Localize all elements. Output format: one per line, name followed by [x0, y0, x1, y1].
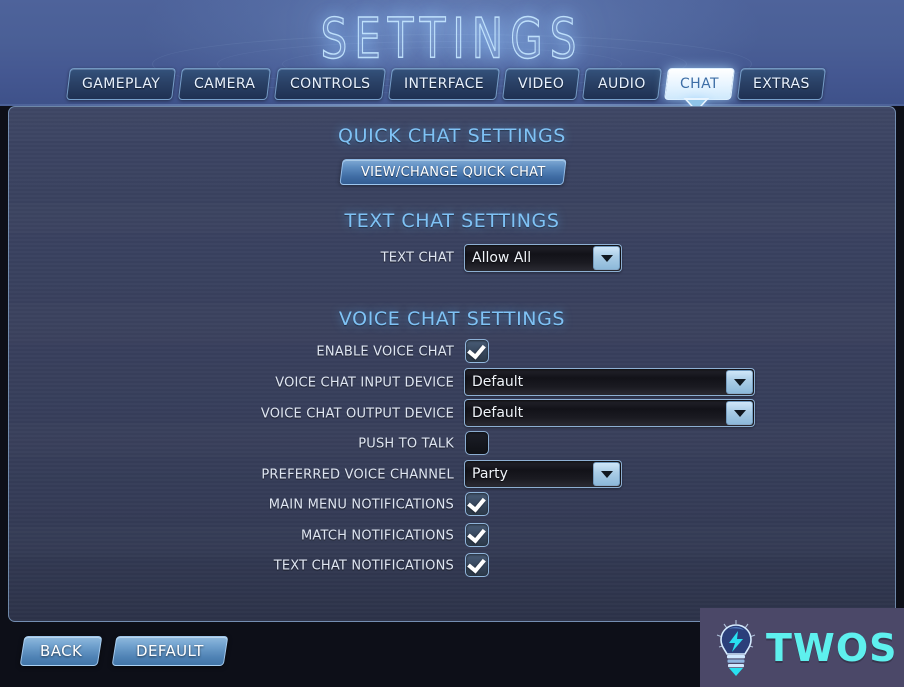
row-voice-input-device-label: VOICE CHAT INPUT DEVICE [275, 375, 454, 391]
check-icon [467, 524, 486, 544]
check-icon [467, 340, 486, 360]
default-button[interactable]: DEFAULT [111, 636, 229, 666]
tab-audio-label: AUDIO [598, 76, 647, 92]
tab-extras-label: EXTRAS [753, 76, 810, 92]
tab-camera-label: CAMERA [194, 76, 256, 92]
tab-controls[interactable]: CONTROLS [273, 68, 386, 100]
row-voice-output-device: VOICE CHAT OUTPUT DEVICE [9, 402, 454, 426]
page-title: SETTINGS [320, 5, 584, 71]
text-chat-notifications-checkbox[interactable] [465, 553, 489, 577]
row-text-chat-notifications: TEXT CHAT NOTIFICATIONS [9, 554, 454, 578]
push-to-talk-checkbox[interactable] [465, 431, 489, 455]
chevron-down-icon[interactable] [593, 246, 620, 270]
preferred-voice-channel-dropdown[interactable]: Party [464, 460, 622, 488]
tab-gameplay-label: GAMEPLAY [82, 76, 161, 92]
back-button-label: BACK [39, 642, 83, 660]
view-change-quick-chat-label: VIEW/CHANGE QUICK CHAT [360, 164, 546, 180]
voice-output-device-dropdown[interactable]: Default [464, 399, 755, 427]
row-main-menu-notifications: MAIN MENU NOTIFICATIONS [9, 493, 454, 517]
tab-video[interactable]: VIDEO [502, 68, 581, 100]
enable-voice-chat-checkbox[interactable] [465, 339, 489, 363]
row-match-notifications-label: MATCH NOTIFICATIONS [300, 528, 454, 544]
row-text-chat-notifications-label: TEXT CHAT NOTIFICATIONS [273, 558, 454, 574]
voice-input-device-value: Default [472, 374, 524, 390]
check-icon [467, 554, 486, 574]
chevron-down-icon[interactable] [593, 462, 620, 486]
main-menu-notifications-checkbox[interactable] [465, 492, 489, 516]
row-voice-input-device: VOICE CHAT INPUT DEVICE [9, 371, 454, 395]
twos-watermark: TWOS [700, 608, 904, 687]
match-notifications-checkbox[interactable] [465, 523, 489, 547]
row-voice-output-device-label: VOICE CHAT OUTPUT DEVICE [260, 406, 454, 422]
settings-tab-bar: GAMEPLAY CAMERA CONTROLS INTERFACE VIDEO… [66, 68, 826, 100]
back-button[interactable]: BACK [19, 636, 103, 666]
chevron-down-icon[interactable] [726, 401, 753, 425]
text-chat-dropdown[interactable]: Allow All [464, 244, 622, 272]
check-icon [467, 493, 486, 513]
tab-audio[interactable]: AUDIO [582, 68, 663, 100]
voice-output-device-value: Default [472, 405, 524, 421]
tab-chat[interactable]: CHAT [664, 68, 736, 100]
tab-video-label: VIDEO [518, 76, 565, 92]
row-match-notifications: MATCH NOTIFICATIONS [9, 524, 454, 548]
tab-controls-label: CONTROLS [289, 76, 371, 92]
preferred-voice-channel-value: Party [472, 466, 508, 482]
row-text-chat-label: TEXT CHAT [380, 250, 454, 266]
tab-interface[interactable]: INTERFACE [388, 68, 501, 100]
row-text-chat: TEXT CHAT [9, 246, 454, 270]
settings-content-panel: QUICK CHAT SETTINGS VIEW/CHANGE QUICK CH… [8, 106, 896, 622]
chevron-down-icon[interactable] [726, 370, 753, 394]
row-preferred-voice-channel-label: PREFERRED VOICE CHANNEL [261, 467, 454, 483]
quick-chat-section-title: QUICK CHAT SETTINGS [338, 125, 566, 147]
twos-watermark-text: TWOS [766, 625, 898, 670]
text-chat-section-title: TEXT CHAT SETTINGS [344, 210, 560, 232]
voice-chat-section-title: VOICE CHAT SETTINGS [338, 308, 566, 330]
lightbulb-icon [716, 619, 756, 676]
tab-extras[interactable]: EXTRAS [737, 68, 826, 100]
text-chat-dropdown-value: Allow All [472, 250, 532, 266]
tab-gameplay[interactable]: GAMEPLAY [66, 68, 177, 100]
row-main-menu-notifications-label: MAIN MENU NOTIFICATIONS [268, 497, 454, 513]
row-enable-voice-chat-label: ENABLE VOICE CHAT [316, 344, 454, 360]
row-push-to-talk: PUSH TO TALK [9, 432, 454, 456]
settings-screen: SETTINGS GAMEPLAY CAMERA CONTROLS INTERF… [0, 0, 904, 687]
tab-chat-label: CHAT [680, 76, 720, 92]
view-change-quick-chat-button[interactable]: VIEW/CHANGE QUICK CHAT [339, 159, 567, 185]
row-preferred-voice-channel: PREFERRED VOICE CHANNEL [9, 463, 454, 487]
tab-camera[interactable]: CAMERA [178, 68, 272, 100]
row-enable-voice-chat: ENABLE VOICE CHAT [9, 340, 454, 364]
default-button-label: DEFAULT [136, 642, 204, 660]
row-push-to-talk-label: PUSH TO TALK [358, 436, 454, 452]
voice-input-device-dropdown[interactable]: Default [464, 368, 755, 396]
tab-interface-label: INTERFACE [404, 76, 485, 92]
